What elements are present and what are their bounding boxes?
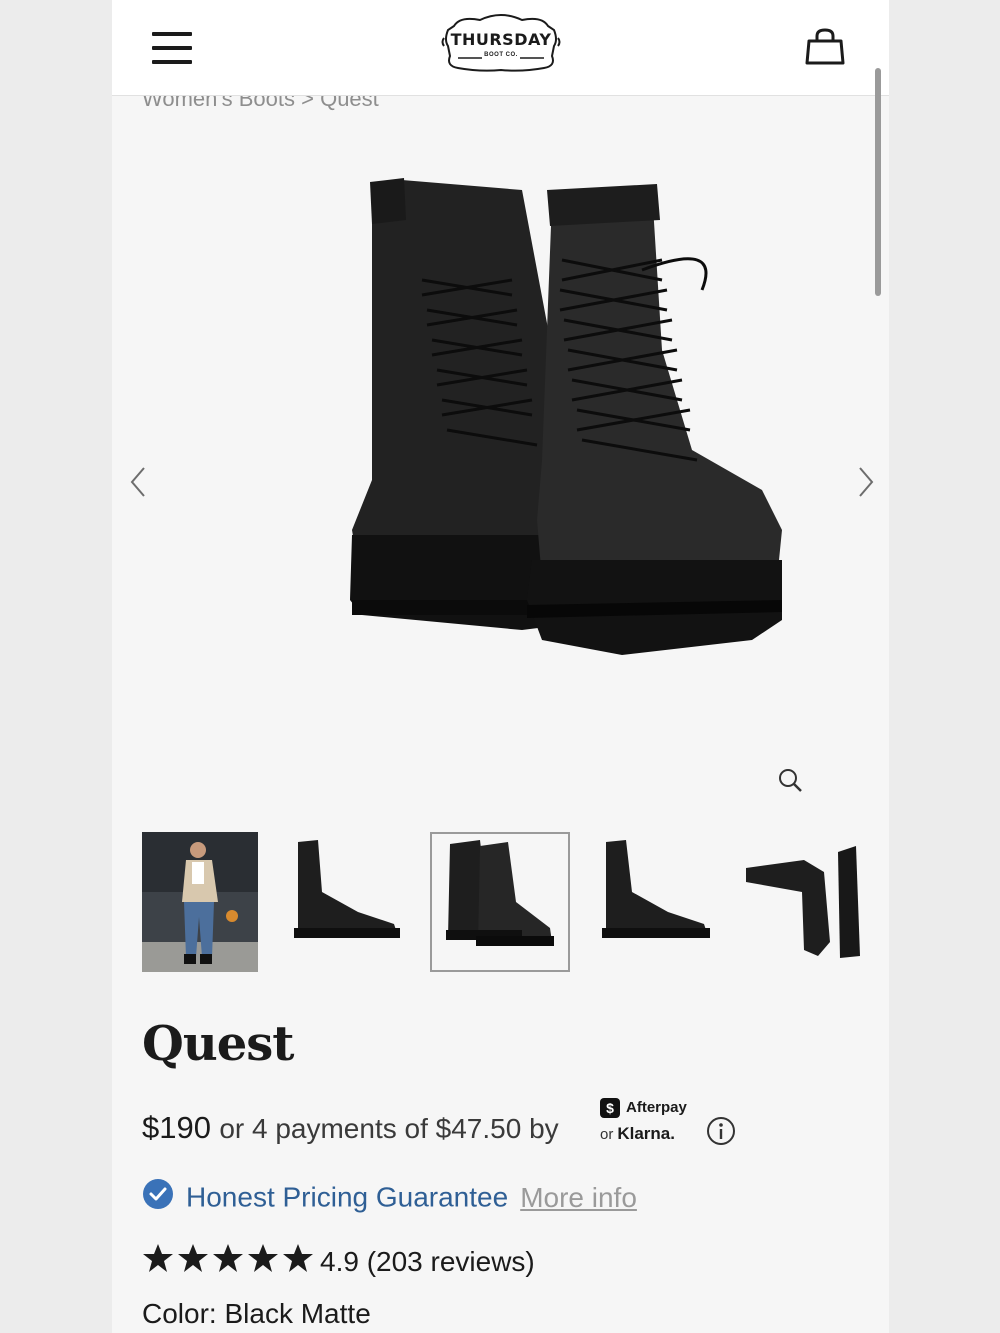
product-price: $190 (142, 1110, 211, 1145)
afterpay-logo[interactable]: $ Afterpay (600, 1098, 687, 1118)
product-hero-image[interactable] (222, 160, 782, 680)
next-image-arrow-icon[interactable] (854, 464, 878, 500)
more-info-link[interactable]: More info (520, 1182, 637, 1213)
thumbnail-lifestyle[interactable] (142, 832, 258, 972)
scrollbar-thumb[interactable] (875, 68, 881, 296)
installments-text: or 4 payments of $47.50 by (219, 1113, 559, 1144)
honest-pricing-label: Honest Pricing Guarantee (186, 1181, 509, 1213)
top-navigation-bar: THURSDAY BOOT CO. (112, 0, 889, 96)
info-icon[interactable] (706, 1116, 736, 1146)
zoom-icon[interactable] (776, 766, 804, 794)
afterpay-label: Afterpay (626, 1098, 687, 1116)
thumbnail-pair-view[interactable] (430, 832, 570, 972)
logo-subtitle: BOOT CO. (484, 52, 518, 58)
star-rating-icons (142, 1242, 314, 1281)
verified-check-icon (142, 1178, 174, 1217)
product-page: THURSDAY BOOT CO. Women's Boots > Quest (112, 0, 889, 1333)
color-label: Color: (142, 1298, 217, 1329)
klarna-logo[interactable]: or Klarna. (600, 1124, 675, 1144)
klarna-label: Klarna. (617, 1124, 675, 1143)
rating-text: 4.9 (203 reviews) (320, 1245, 535, 1277)
thumbnail-sole-view[interactable] (744, 832, 860, 972)
logo-wordmark: THURSDAY (450, 30, 552, 49)
price-line: $190 or 4 payments of $47.50 by (142, 1110, 559, 1146)
menu-icon[interactable] (152, 30, 192, 66)
thumbnail-side-view-alt[interactable] (600, 832, 716, 972)
rating-row[interactable]: 4.9 (203 reviews) (142, 1242, 535, 1281)
color-row: Color: Black Matte (142, 1298, 371, 1330)
color-value: Black Matte (224, 1298, 371, 1329)
product-title: Quest (142, 1016, 294, 1072)
honest-pricing-row: Honest Pricing Guarantee More info (142, 1178, 637, 1217)
front-boot (527, 184, 782, 655)
thumbnail-side-view[interactable] (288, 832, 404, 972)
brand-logo[interactable]: THURSDAY BOOT CO. (440, 12, 562, 76)
shopping-bag-icon[interactable] (804, 26, 846, 68)
afterpay-badge-icon: $ (600, 1098, 620, 1118)
previous-image-arrow-icon[interactable] (126, 464, 150, 500)
klarna-or: or (600, 1126, 614, 1143)
